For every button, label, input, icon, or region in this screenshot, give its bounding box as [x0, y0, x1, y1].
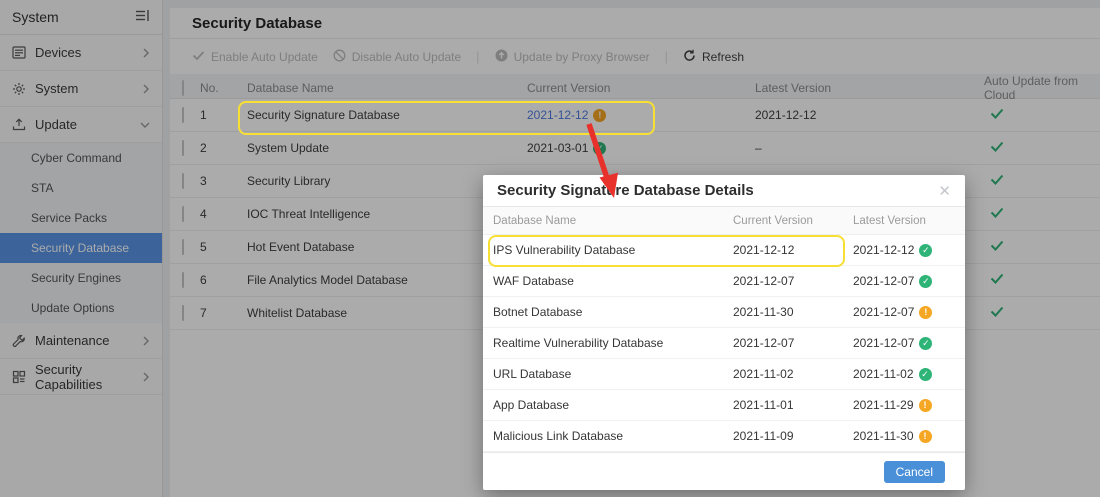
modal-latest-version-value: 2021-11-29 [853, 398, 914, 412]
modal-latest-version-value: 2021-12-12 [853, 243, 914, 257]
status-warning-icon: ! [919, 430, 932, 443]
modal-latest-version-value: 2021-12-07 [853, 274, 914, 288]
modal-database-name: Realtime Vulnerability Database [493, 336, 733, 350]
modal-latest-version-value: 2021-11-30 [853, 429, 914, 443]
modal-latest-version-cell: 2021-11-30! [853, 429, 965, 443]
status-warning-icon: ! [919, 306, 932, 319]
status-ok-icon: ✓ [919, 337, 932, 350]
modal-latest-version-cell: 2021-12-07! [853, 305, 965, 319]
status-warning-icon: ! [919, 399, 932, 412]
modal-column-header: Database Name [493, 215, 733, 227]
modal-table-row: App Database2021-11-012021-11-29! [483, 390, 965, 421]
modal-column-header: Latest Version [853, 215, 965, 227]
modal-column-header: Current Version [733, 215, 853, 227]
app-window: System DevicesSystemUpdateCyber CommandS… [0, 0, 1100, 497]
modal-header: Security Signature Database Details ✕ [483, 175, 965, 207]
modal-table-row: Botnet Database2021-11-302021-12-07! [483, 297, 965, 328]
status-ok-icon: ✓ [919, 368, 932, 381]
modal-table-row: Realtime Vulnerability Database2021-12-0… [483, 328, 965, 359]
status-ok-icon: ✓ [919, 244, 932, 257]
modal-table: Database NameCurrent VersionLatest Versi… [483, 207, 965, 452]
modal-current-version: 2021-11-01 [733, 398, 853, 412]
modal-latest-version-cell: 2021-12-07 ✓ [853, 336, 965, 350]
modal-database-name: URL Database [493, 367, 733, 381]
modal-current-version: 2021-11-09 [733, 429, 853, 443]
modal-table-row: Malicious Link Database2021-11-092021-11… [483, 421, 965, 452]
modal-database-name: WAF Database [493, 274, 733, 288]
modal-table-row: WAF Database2021-12-072021-12-07✓ [483, 266, 965, 297]
modal-title: Security Signature Database Details [497, 182, 754, 199]
modal-latest-version-cell: 2021-11-02 ✓ [853, 367, 965, 381]
modal-latest-version-value: 2021-12-07 [853, 336, 914, 350]
modal-table-row: URL Database2021-11-022021-11-02✓ [483, 359, 965, 390]
close-icon[interactable]: ✕ [938, 182, 951, 200]
modal-current-version: 2021-11-30 [733, 305, 853, 319]
modal-database-name: App Database [493, 398, 733, 412]
modal-current-version: 2021-12-07 [733, 274, 853, 288]
modal-current-version: 2021-11-02 [733, 367, 853, 381]
modal-latest-version-value: 2021-11-02 [853, 367, 914, 381]
modal-current-version: 2021-12-07 [733, 336, 853, 350]
modal-table-row: IPS Vulnerability Database2021-12-122021… [483, 235, 965, 266]
status-ok-icon: ✓ [919, 275, 932, 288]
modal-table-header-row: Database NameCurrent VersionLatest Versi… [483, 207, 965, 235]
modal-database-name: Botnet Database [493, 305, 733, 319]
details-modal: Security Signature Database Details ✕ Da… [483, 175, 965, 490]
modal-latest-version-cell: 2021-12-07 ✓ [853, 274, 965, 288]
modal-current-version: 2021-12-12 [733, 243, 853, 257]
modal-database-name: Malicious Link Database [493, 429, 733, 443]
modal-latest-version-value: 2021-12-07 [853, 305, 914, 319]
modal-latest-version-cell: 2021-11-29! [853, 398, 965, 412]
modal-latest-version-cell: 2021-12-12 ✓ [853, 243, 965, 257]
modal-footer: Cancel [483, 452, 965, 490]
modal-database-name: IPS Vulnerability Database [493, 243, 733, 257]
cancel-button[interactable]: Cancel [884, 461, 945, 483]
